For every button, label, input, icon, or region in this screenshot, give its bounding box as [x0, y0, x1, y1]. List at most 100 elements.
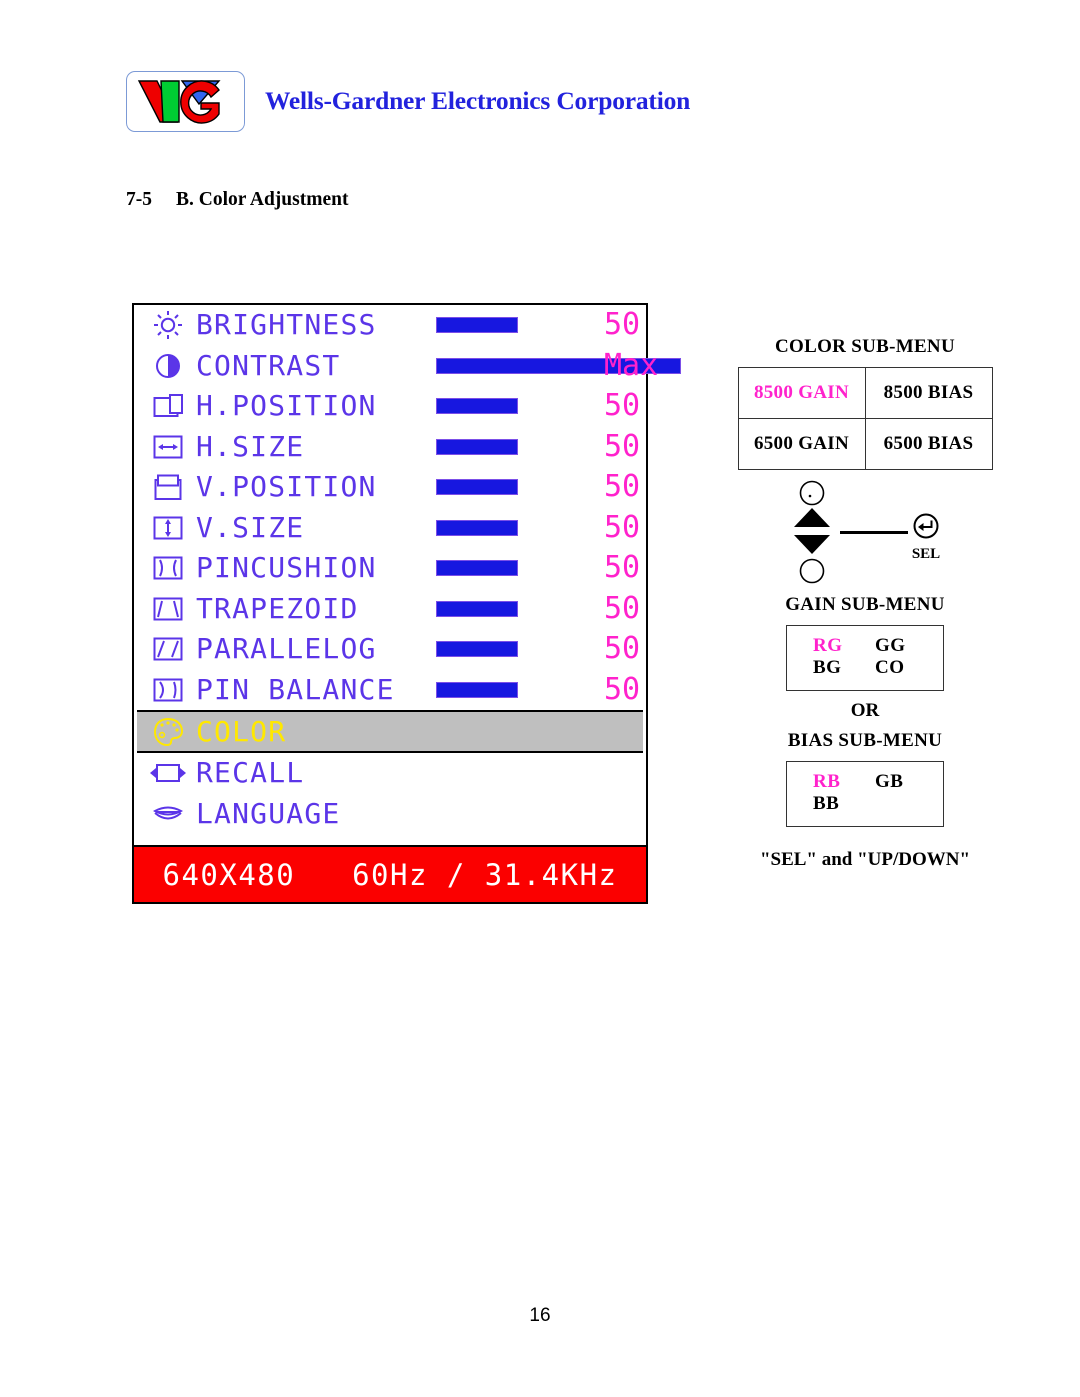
circle-button-icon [799, 480, 825, 506]
wells-gardner-logo [126, 70, 245, 132]
osd-row-parallelog[interactable]: PARALLELOG 50 [134, 629, 646, 670]
osd-row-bar-fill [436, 317, 518, 334]
osd-row-bar-track[interactable] [436, 600, 596, 617]
enter-return-icon [913, 513, 939, 539]
gain-submenu-box: RG GG BG CO [786, 625, 944, 691]
osd-row-h-size[interactable]: H.SIZE 50 [134, 427, 646, 468]
h-size-icon [153, 435, 183, 459]
h-position-icon [148, 393, 188, 419]
osd-row-label: PIN BALANCE [196, 672, 395, 706]
osd-panel: BRIGHTNESS 50 CONTRAST Max H.POSITION 50 H.SIZ… [132, 303, 681, 904]
osd-row-bar-track[interactable] [436, 479, 596, 496]
osd-row-color[interactable]: COLOR [137, 710, 643, 753]
brightness-sun-icon [148, 310, 188, 340]
trapezoid-icon [148, 596, 188, 622]
osd-row-bar-track[interactable] [436, 641, 596, 658]
osd-row-bar-fill [436, 641, 518, 658]
osd-row-label: COLOR [196, 714, 287, 748]
gain-submenu-cell[interactable]: CO [875, 657, 937, 679]
osd-row-bar-track[interactable] [436, 560, 596, 577]
up-down-buttons-group [783, 480, 841, 591]
osd-row-trapezoid[interactable]: TRAPEZOID 50 [134, 589, 646, 630]
osd-row-bar-fill [436, 519, 518, 536]
bias-submenu-title: BIAS SUB-MENU [787, 729, 943, 751]
h-size-icon [148, 434, 188, 460]
bias-submenu-cell[interactable]: GB [875, 771, 937, 793]
v-position-icon [154, 474, 182, 500]
osd-menu-list: BRIGHTNESS 50 CONTRAST Max H.POSITION 50 H.SIZ… [134, 305, 681, 835]
gain-submenu-cell[interactable]: GG [875, 635, 937, 657]
osd-status-bar: 640X480 60Hz / 31.4KHz [134, 845, 646, 902]
osd-row-label: LANGUAGE [196, 796, 341, 830]
color-submenu-cell[interactable]: 8500 BIAS [864, 367, 993, 419]
h-position-icon [153, 394, 183, 418]
osd-row-value: Max [604, 347, 659, 383]
osd-row-bar-fill [436, 560, 518, 577]
brightness-sun-icon [154, 311, 182, 340]
trapezoid-icon [153, 597, 183, 621]
osd-row-label: RECALL [196, 756, 305, 790]
osd-row-bar-track[interactable] [436, 681, 596, 698]
or-label: OR [850, 699, 880, 721]
osd-row-bar-fill [436, 600, 518, 617]
gain-submenu-cell[interactable]: RG [813, 635, 875, 657]
osd-row-label: TRAPEZOID [196, 591, 359, 625]
osd-row-bar-track[interactable] [436, 438, 596, 455]
color-submenu-cell[interactable]: 6500 BIAS [864, 418, 993, 470]
osd-row-bar-track[interactable] [436, 357, 681, 374]
v-size-icon [153, 516, 183, 540]
bias-submenu-box: RB GB BB [786, 760, 944, 827]
osd-row-language[interactable]: LANGUAGE [134, 794, 646, 835]
osd-row-label: H.SIZE [196, 429, 305, 463]
osd-row-bar-track[interactable] [436, 317, 596, 334]
osd-row-value: 50 [604, 388, 641, 424]
osd-row-bar-track[interactable] [436, 519, 596, 536]
contrast-halfcircle-icon [156, 353, 180, 378]
osd-row-label: BRIGHTNESS [196, 308, 377, 342]
osd-row-label: V.SIZE [196, 510, 305, 544]
osd-row-bar-track[interactable] [436, 398, 596, 415]
osd-row-h-position[interactable]: H.POSITION 50 [134, 386, 646, 427]
osd-row-bar-fill [436, 479, 518, 496]
navigation-icon-cluster: SEL [720, 478, 1010, 588]
osd-row-v-position[interactable]: V.POSITION 50 [134, 467, 646, 508]
footnote-text: "SEL" and "UP/DOWN" [759, 848, 971, 870]
bias-submenu-cell [875, 793, 937, 815]
osd-row-pincushion[interactable]: PINCUSHION 50 [134, 548, 646, 589]
osd-row-value: 50 [604, 307, 641, 343]
osd-row-label: V.POSITION [196, 470, 377, 504]
sel-label: SEL [911, 546, 941, 562]
osd-row-label: PINCUSHION [196, 551, 377, 585]
osd-row-contrast[interactable]: CONTRAST Max [134, 346, 681, 387]
v-position-icon [148, 474, 188, 501]
section-title: B. Color Adjustment [176, 189, 349, 210]
color-submenu-cell[interactable]: 6500 GAIN [737, 418, 866, 470]
osd-row-value: 50 [604, 428, 641, 464]
osd-row-label: H.POSITION [196, 389, 377, 423]
contrast-halfcircle-icon [148, 352, 188, 380]
osd-row-bar-fill [436, 398, 518, 415]
palette-icon [153, 717, 183, 746]
osd-row-bar-fill [436, 438, 518, 455]
section-heading: 7-5 B. Color Adjustment [126, 189, 348, 211]
page-header: Wells-Gardner Electronics Corporation [126, 62, 826, 140]
osd-row-value: 50 [604, 671, 641, 707]
osd-row-pin-balance[interactable]: PIN BALANCE 50 [134, 670, 646, 711]
recall-icon [148, 761, 188, 785]
sel-button-group[interactable]: SEL [896, 512, 956, 563]
section-number: 7-5 [126, 189, 152, 210]
osd-row-label: CONTRAST [196, 348, 341, 382]
osd-row-value: 50 [604, 590, 641, 626]
color-submenu-cell[interactable]: 8500 GAIN [737, 367, 866, 419]
gain-submenu-cell[interactable]: BG [813, 657, 875, 679]
osd-row-value: 50 [604, 509, 641, 545]
osd-row-brightness[interactable]: BRIGHTNESS 50 [134, 305, 646, 346]
bias-submenu-cell[interactable]: BB [813, 793, 875, 815]
bias-submenu-cell[interactable]: RB [813, 771, 875, 793]
bias-submenu-row: BB [787, 793, 943, 815]
osd-row-recall[interactable]: RECALL [134, 753, 646, 794]
osd-row-v-size[interactable]: V.SIZE 50 [134, 508, 646, 549]
v-size-icon [148, 515, 188, 541]
osd-row-value: 50 [604, 469, 641, 505]
palette-icon [148, 717, 188, 747]
